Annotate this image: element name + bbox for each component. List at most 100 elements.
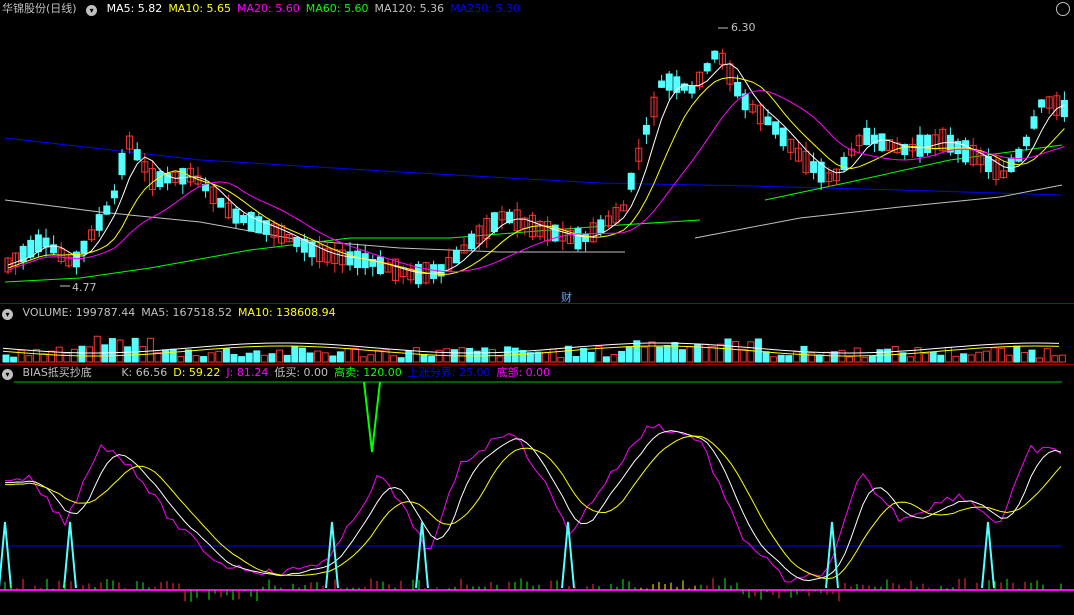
volume-bar-down	[238, 356, 246, 363]
candle-down	[1007, 157, 1015, 173]
d-line	[4, 435, 1062, 580]
ma-indicator-3: MA60: 5.60	[305, 2, 369, 15]
volume-bar-up	[549, 348, 557, 363]
candle-down	[27, 239, 35, 258]
candle-down	[642, 124, 650, 135]
candle-down	[179, 168, 187, 185]
candle-down	[103, 205, 111, 215]
volume-bar-up	[25, 355, 33, 363]
buy-signal-spike	[325, 521, 339, 589]
j-line	[4, 423, 1062, 583]
candle-down	[346, 251, 354, 266]
chevron-down-icon[interactable]: ▾	[2, 309, 13, 320]
volume-bar-down	[2, 354, 10, 363]
volume-bar-up	[770, 356, 778, 363]
volume-bar-up	[853, 347, 861, 363]
volume-bar-up	[732, 340, 740, 363]
volume-bar-up	[40, 353, 48, 363]
candle-down	[80, 240, 88, 254]
bias-header: ▾ BIAS抵买抄底 K: 66.56 D: 59.22 J: 81.24 低买: 0…	[2, 366, 562, 380]
volume-bar-down	[777, 354, 785, 363]
price-header: 华锦股份(日线) ▾ MA5: 5.82 MA10: 5.65 MA20: 5.60…	[2, 2, 532, 16]
volume-bar-down	[678, 349, 686, 363]
volume-bar-down	[169, 348, 177, 363]
candle-down	[779, 127, 787, 147]
buy-signal-spike	[0, 521, 12, 589]
candle-down	[361, 253, 369, 269]
sell-signal-spike	[363, 381, 381, 453]
candle-down	[711, 50, 719, 60]
candle-down	[42, 237, 50, 248]
volume-bar-down	[131, 337, 139, 363]
price-chart-panel[interactable]: 华锦股份(日线) ▾ MA5: 5.82 MA10: 5.65 MA20: 5.60…	[0, 0, 1074, 304]
volume-bar-up	[846, 356, 854, 363]
bias-indicator-list: K: 66.56 D: 59.22 J: 81.24 低买: 0.00 高卖: 120.…	[121, 366, 556, 379]
volume-bar-up	[276, 349, 284, 363]
volume-bar-up	[952, 355, 960, 363]
volume-bar-up	[709, 346, 717, 363]
volume-bar-up	[640, 346, 648, 363]
candle-down	[156, 171, 164, 188]
volume-bar-up	[215, 350, 223, 363]
high-price-label: 6.30	[731, 21, 756, 34]
volume-chart-panel[interactable]: ▾ VOLUME: 199787.44 MA5: 167518.52 MA10: 1…	[0, 304, 1074, 364]
candle-down	[916, 134, 924, 157]
volume-bar-up	[739, 348, 747, 363]
bias-indicator-panel[interactable]: ▾ BIAS抵买抄底 K: 66.56 D: 59.22 J: 81.24 低买: 0…	[0, 364, 1074, 615]
volume-bar-up	[496, 356, 504, 363]
volume-bar-up	[861, 357, 869, 363]
candle-down	[764, 116, 772, 126]
volume-bar-down	[283, 354, 291, 363]
volume-bar-down	[815, 354, 823, 363]
volume-bar-up	[610, 354, 618, 363]
candle-down	[452, 249, 460, 264]
volume-indicator-1: MA5: 167518.52	[141, 306, 232, 319]
volume-bar-down	[602, 356, 610, 363]
volume-bar-up	[1058, 354, 1066, 363]
volume-bar-up	[716, 343, 724, 363]
volume-bar-down	[230, 353, 238, 363]
volume-bar-up	[1036, 357, 1044, 363]
gear-icon[interactable]	[1056, 2, 1070, 16]
volume-bar-up	[1020, 351, 1028, 363]
volume-bar-down	[884, 348, 892, 363]
volume-bar-down	[245, 352, 253, 363]
volume-bar-down	[306, 352, 314, 363]
volume-bar-down	[253, 350, 261, 363]
ma-indicator-4: MA120: 5.36	[374, 2, 445, 15]
volume-bar-up	[93, 335, 101, 363]
volume-bar-down	[184, 349, 192, 363]
volume-bar-up	[352, 347, 360, 363]
volume-bar-down	[762, 351, 770, 363]
stock-title: 华锦股份(日线)	[2, 2, 77, 15]
volume-bar-up	[390, 355, 398, 363]
volume-bar-down	[663, 345, 671, 363]
buy-signal-spike	[981, 521, 995, 589]
chevron-down-icon[interactable]: ▾	[86, 5, 98, 16]
volume-bar-down	[10, 356, 18, 363]
candle-down	[688, 85, 696, 94]
volume-bar-down	[519, 350, 527, 363]
volume-bar-up	[998, 347, 1006, 363]
candle-down	[232, 208, 240, 224]
volume-bar-down	[397, 357, 405, 363]
volume-bar-down	[785, 355, 793, 363]
volume-bar-up	[1005, 354, 1013, 363]
bias-indicator-3: 低买: 0.00	[274, 366, 329, 379]
candle-down	[1022, 136, 1030, 147]
volume-bar-up	[686, 346, 694, 363]
volume-bar-up	[116, 339, 124, 363]
volume-bar-up	[86, 346, 94, 363]
chevron-down-icon[interactable]: ▾	[2, 369, 13, 380]
candlestick-chart[interactable]	[0, 0, 1074, 303]
candle-down	[34, 234, 42, 253]
volume-bar-down	[580, 348, 588, 363]
low-price-label: 4.77	[72, 281, 97, 294]
candle-down	[1060, 99, 1068, 118]
volume-bar-down	[633, 340, 641, 363]
volume-bar-down	[466, 347, 474, 363]
bias-oscillator-chart[interactable]	[0, 364, 1074, 615]
candle-down	[734, 81, 742, 97]
volume-bar-down	[200, 356, 208, 363]
volume-bar-down	[428, 355, 436, 363]
